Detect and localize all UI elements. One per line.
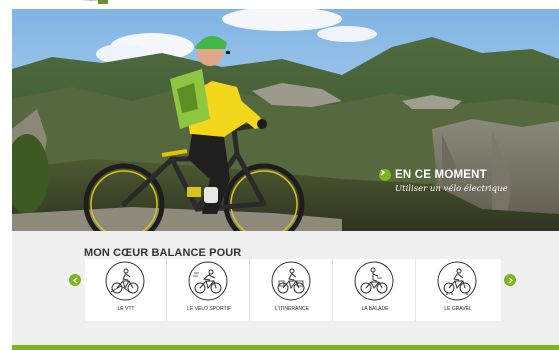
chevron-left-icon [72,276,77,284]
section-title: MON CŒUR BALANCE POUR [84,247,242,259]
touring-bike-icon [271,261,311,301]
site-logo[interactable]: rhapsody [84,0,108,4]
bike-category-carousel: LE VTT LE VELO SPORTIF L'ITINERANCE LA B… [85,259,501,321]
road-bike-icon [188,261,228,301]
carousel-next-button[interactable] [504,274,516,286]
category-card-vtt[interactable]: LE VTT [85,259,167,321]
chevron-right-icon [508,276,513,284]
carousel-prev-button[interactable] [69,274,81,286]
leisure-bike-icon [354,261,394,301]
footer-accent-bar [12,345,559,350]
hero-photo [12,9,559,231]
top-bar: rhapsody [0,0,559,9]
hero-banner[interactable]: EN CE MOMENT Utiliser un vélo électrique [12,9,559,231]
category-label: L'ITINERANCE [274,306,310,312]
mountain-bike-icon [105,261,145,301]
chevron-right-icon [379,169,391,181]
category-card-itinerance[interactable]: L'ITINERANCE [251,259,333,321]
gravel-bike-icon [437,261,477,301]
page-content: EN CE MOMENT Utiliser un vélo électrique… [12,9,559,350]
category-label: LE GRAVEL [444,306,472,312]
badge-subtitle: Utiliser un vélo électrique [395,184,508,194]
category-label: LA BALADE [361,306,389,312]
category-card-velo-sportif[interactable]: LE VELO SPORTIF [168,259,250,321]
category-card-gravel[interactable]: LE GRAVEL [417,259,499,321]
category-card-balade[interactable]: LA BALADE [334,259,416,321]
current-feature-badge[interactable]: EN CE MOMENT Utiliser un vélo électrique [379,169,549,194]
category-label: LE VTT [117,306,135,312]
category-label: LE VELO SPORTIF [187,306,231,312]
badge-title: EN CE MOMENT [395,169,487,181]
